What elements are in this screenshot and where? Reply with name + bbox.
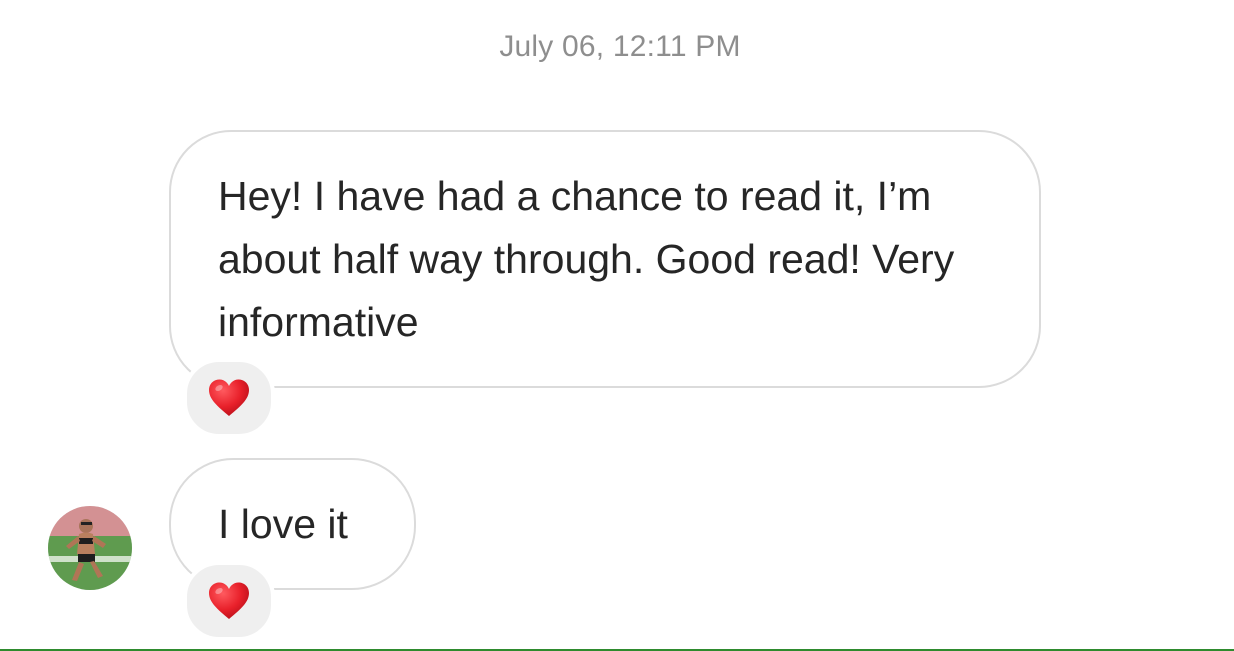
message-text: Hey! I have had a chance to read it, I’m… — [218, 173, 955, 345]
message-text: I love it — [218, 501, 348, 547]
message-reaction[interactable] — [183, 561, 275, 641]
avatar[interactable] — [48, 506, 132, 590]
message-reaction[interactable] — [183, 358, 275, 438]
message-timestamp: July 06, 12:11 PM — [499, 30, 741, 63]
heart-emoji-icon — [207, 581, 251, 621]
heart-emoji-icon — [207, 378, 251, 418]
message-bubble[interactable]: Hey! I have had a chance to read it, I’m… — [169, 130, 1041, 388]
